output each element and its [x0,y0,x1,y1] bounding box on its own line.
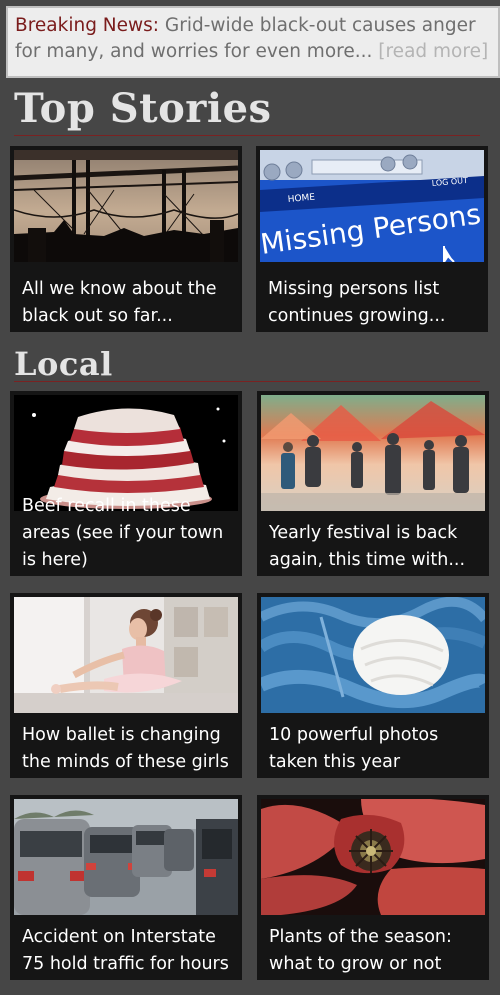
story-card[interactable]: All we know about the black out so far..… [10,146,242,332]
story-card[interactable]: Plants of the season: what to grow or no… [257,795,489,980]
section-divider [14,381,480,382]
story-card[interactable]: Beef recall in these areas (see if your … [10,391,242,576]
festival-thumbnail[interactable] [261,395,485,511]
breaking-news-banner[interactable]: Breaking News: Grid-wide black-out cause… [6,6,500,78]
story-card[interactable]: Accident on Interstate 75 hold traffic f… [10,795,242,980]
story-headline[interactable]: Plants of the season: what to grow or no… [263,924,483,978]
story-headline[interactable]: All we know about the black out so far..… [16,276,236,330]
missing-persons-thumbnail[interactable]: HOME LOG OUT Missing Persons [260,150,484,262]
story-card[interactable]: 10 powerful photos taken this year [257,593,489,778]
story-card[interactable]: How ballet is changing the minds of thes… [10,593,242,778]
story-headline[interactable]: 10 powerful photos taken this year [263,722,483,776]
story-headline[interactable]: Accident on Interstate 75 hold traffic f… [16,924,236,978]
section-title-top-stories: Top Stories [14,85,272,132]
power-lines-thumbnail[interactable] [14,150,238,262]
yarn-thumbnail[interactable] [261,597,485,713]
poppy-thumbnail[interactable] [261,799,485,915]
section-divider [14,135,480,136]
ballet-thumbnail[interactable] [14,597,238,713]
read-more-link[interactable]: [read more] [378,41,488,62]
breaking-news-label: Breaking News: [15,15,160,36]
story-headline[interactable]: Missing persons list continues growing..… [262,276,482,330]
traffic-thumbnail[interactable] [14,799,238,915]
story-card[interactable]: HOME LOG OUT Missing Persons Missing per… [256,146,488,332]
section-title-local: Local [14,345,113,383]
story-headline[interactable]: Yearly festival is back again, this time… [263,520,483,574]
story-headline[interactable]: Beef recall in these areas (see if your … [16,493,236,574]
story-card[interactable]: Yearly festival is back again, this time… [257,391,489,576]
story-headline[interactable]: How ballet is changing the minds of thes… [16,722,236,776]
